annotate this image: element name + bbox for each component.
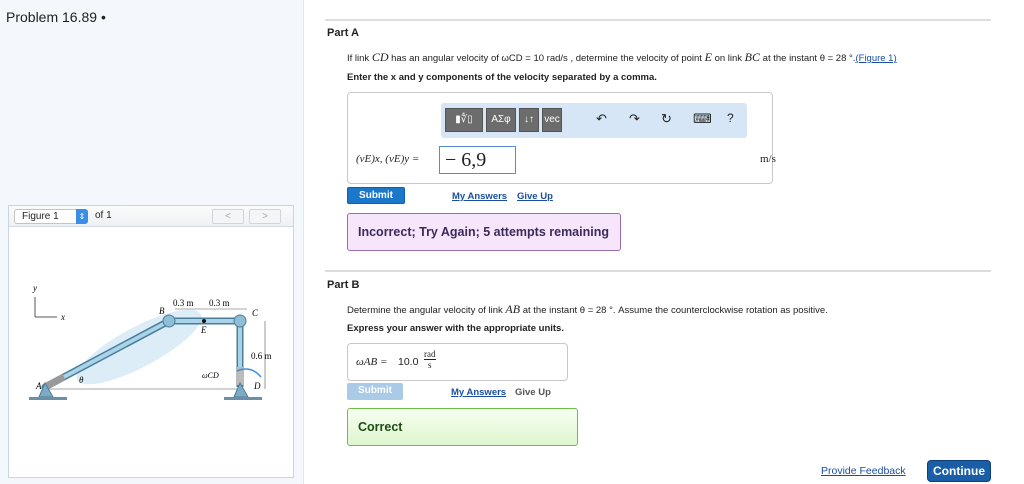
figure-viewer: Figure 1 ⇕ of 1 < > y x A B C D E θ 0.3 … — [8, 205, 294, 478]
omega-ab-value: 10.0 — [398, 356, 419, 368]
vec-button[interactable]: vec — [542, 108, 562, 132]
dim-be: 0.3 m — [173, 298, 194, 308]
figure-link[interactable]: (Figure 1) — [855, 53, 896, 64]
label-b: B — [159, 306, 165, 316]
part-b-feedback: Correct — [347, 408, 578, 446]
part-b-answer-box: ωAB = 10.0 rad s — [347, 343, 568, 381]
point-e — [202, 319, 206, 323]
label-c: C — [252, 308, 259, 318]
part-b-answer-label: ωAB = — [356, 356, 388, 368]
pin-support-d — [233, 381, 249, 398]
divider — [325, 19, 991, 21]
part-b-submit-button: Submit — [347, 383, 403, 400]
label-x: x — [60, 312, 65, 322]
select-arrows-icon: ⇕ — [76, 209, 88, 224]
problem-sidebar: Problem 16.89 • Figure 1 ⇕ of 1 < > y x — [0, 0, 304, 484]
next-figure-button[interactable]: > — [249, 209, 281, 224]
part-a-feedback: Incorrect; Try Again; 5 attempts remaini… — [347, 213, 621, 251]
arrows-button[interactable]: ↓↑ — [519, 108, 539, 132]
provide-feedback-link[interactable]: Provide Feedback — [821, 465, 906, 477]
figure-select-value: Figure 1 — [22, 211, 59, 222]
label-y: y — [32, 283, 37, 293]
part-b-my-answers-link[interactable]: My Answers — [451, 387, 506, 398]
label-d: D — [253, 381, 261, 391]
part-b-give-up-text: Give Up — [515, 387, 551, 398]
label-theta: θ — [79, 375, 84, 385]
problem-title: Problem 16.89 • — [6, 9, 106, 25]
label-omega-cd: ωCD — [202, 371, 219, 380]
figure-select[interactable]: Figure 1 ⇕ — [14, 209, 88, 224]
math-toolbar: ▮∜▯ ΑΣφ ↓↑ vec ↶ ↷ ↻ ⌨ ? — [441, 103, 747, 138]
help-icon[interactable]: ? — [727, 111, 734, 125]
part-a-question: If link CD has an angular velocity of ωC… — [347, 50, 897, 64]
prev-figure-button[interactable]: < — [212, 209, 244, 224]
part-a-answer-label: (vE)x, (vE)y = — [356, 153, 420, 165]
linkage-diagram: y x A B C D E θ 0.3 m 0.3 m 0.6 m ωCD — [29, 283, 272, 400]
divider — [325, 270, 991, 272]
label-e: E — [200, 325, 207, 335]
part-a-unit: m/s — [760, 153, 776, 165]
part-a-instructions: Enter the x and y components of the velo… — [347, 72, 657, 83]
axes-icon — [34, 297, 57, 318]
dim-ec: 0.3 m — [209, 298, 230, 308]
part-a-my-answers-link[interactable]: My Answers — [452, 191, 507, 202]
undo-icon[interactable]: ↶ — [596, 111, 607, 127]
part-b-title: Part B — [327, 279, 360, 291]
part-b-instructions: Express your answer with the appropriate… — [347, 323, 564, 334]
redo-icon[interactable]: ↷ — [629, 111, 640, 127]
part-a-submit-button[interactable]: Submit — [347, 187, 405, 204]
figure-toolbar: Figure 1 ⇕ of 1 < > — [9, 206, 293, 227]
omega-ab-unit: rad s — [424, 349, 436, 370]
part-b-question: Determine the angular velocity of link A… — [347, 302, 828, 316]
keyboard-icon[interactable]: ⌨ — [693, 111, 712, 127]
label-a: A — [35, 381, 42, 391]
templates-button[interactable]: ▮∜▯ — [445, 108, 483, 132]
part-a-give-up-link[interactable]: Give Up — [517, 191, 553, 202]
continue-button[interactable]: Continue — [927, 460, 991, 482]
dim-cd: 0.6 m — [251, 351, 272, 361]
figure-count: of 1 — [95, 210, 112, 221]
velocity-input[interactable]: − 6,9 — [439, 146, 516, 174]
part-a-title: Part A — [327, 27, 359, 39]
greek-button[interactable]: ΑΣφ — [486, 108, 516, 132]
reset-icon[interactable]: ↻ — [661, 111, 672, 127]
